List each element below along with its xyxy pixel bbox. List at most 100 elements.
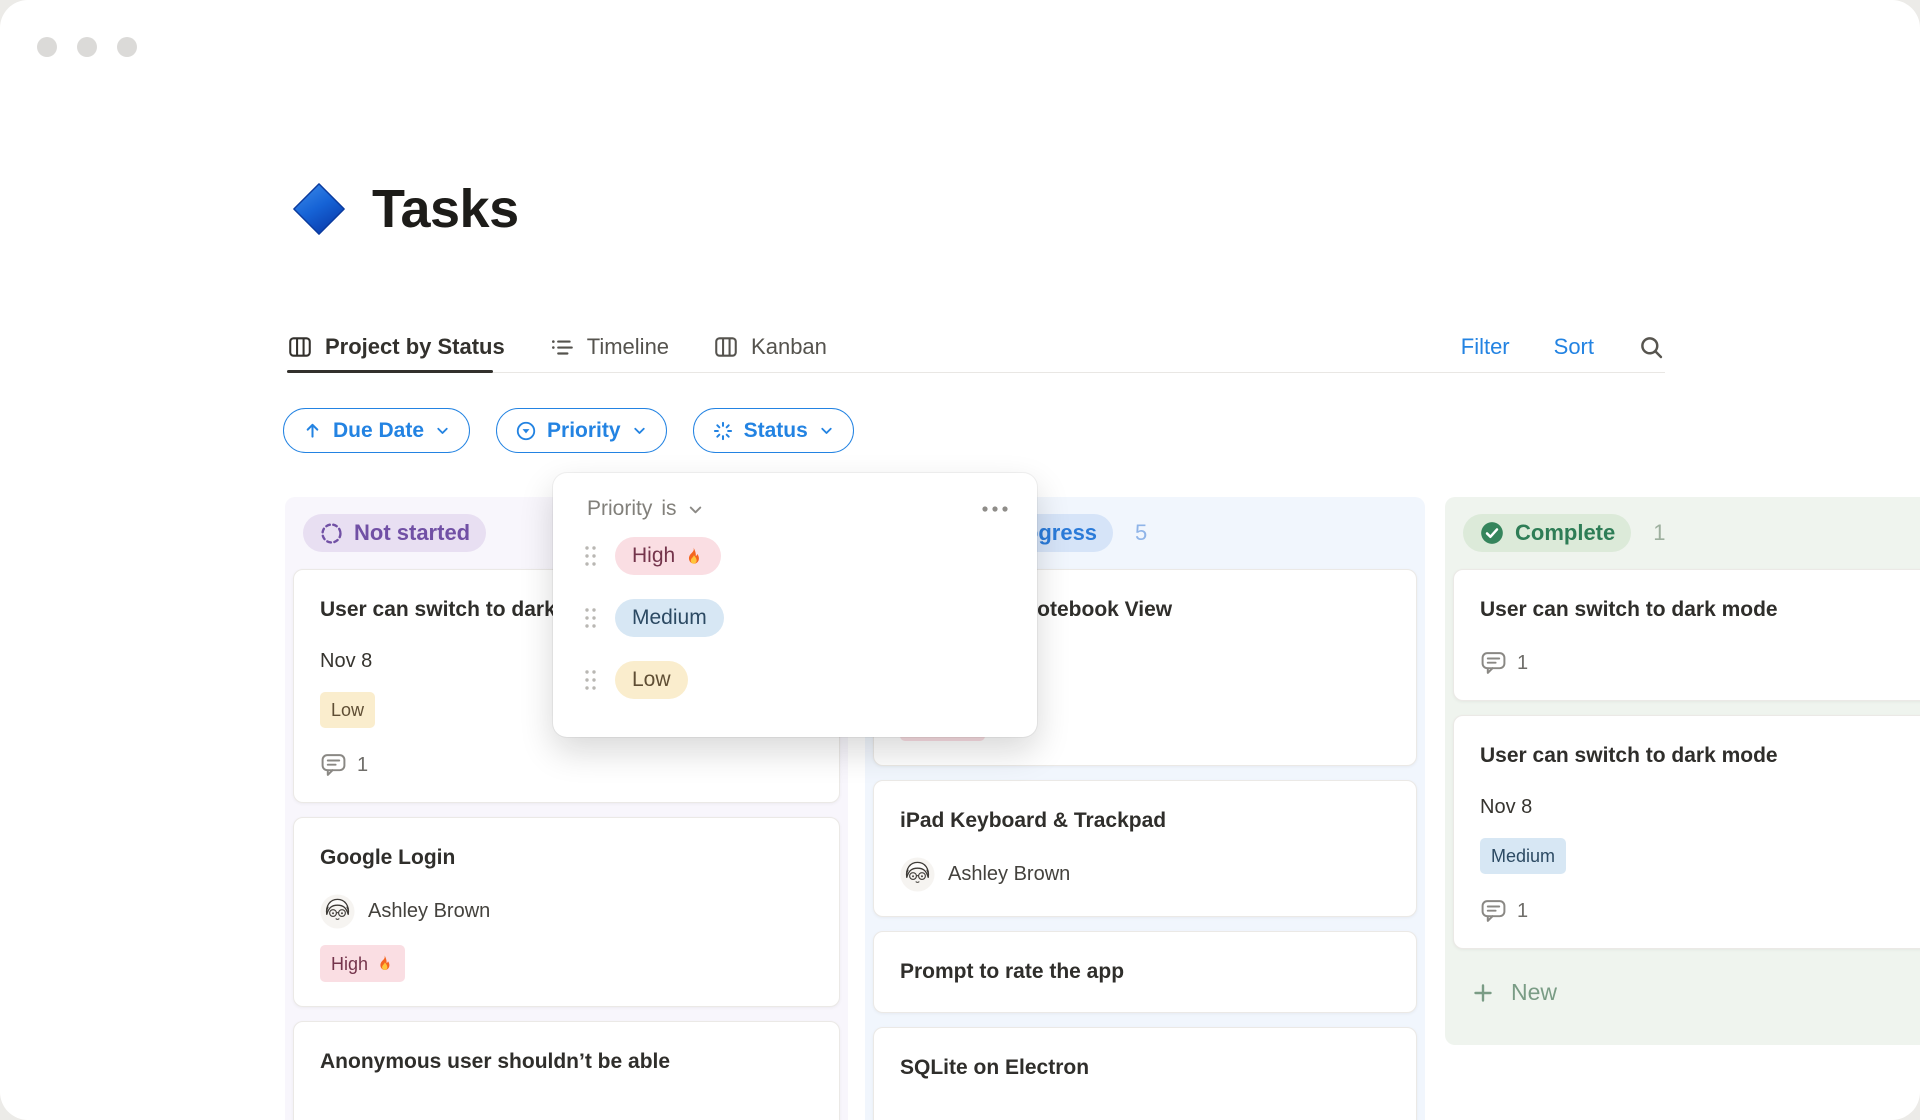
card-title: SQLite on Electron — [900, 1056, 1090, 1079]
board-icon — [287, 334, 313, 360]
page-title: Tasks — [372, 179, 519, 239]
comment-count: 1 — [1517, 899, 1529, 922]
dropdown-option[interactable]: Low — [553, 649, 1037, 711]
chip-label: Status — [743, 418, 808, 442]
comment-indicator: 1 — [320, 752, 813, 778]
arrow-up-icon — [302, 420, 323, 441]
window-close-button[interactable] — [37, 37, 57, 57]
card-due-date: Nov 8 — [1480, 796, 1533, 818]
card-title: User can switch to dark mode — [1480, 598, 1778, 621]
card-title: iPad Keyboard & Trackpad — [900, 809, 1167, 832]
task-card[interactable]: SQLite on Electron — [873, 1027, 1417, 1120]
tab-label: Kanban — [751, 334, 827, 359]
due-date-filter-chip[interactable]: Due Date — [283, 408, 471, 453]
ellipsis-icon[interactable] — [981, 505, 1009, 513]
tab-label: Timeline — [586, 334, 670, 359]
comment-bubble-icon — [1480, 650, 1507, 676]
board-icon — [713, 334, 739, 360]
window-controls — [37, 37, 137, 57]
card-assignee: Ashley Brown — [320, 894, 813, 929]
new-task-label: New — [1511, 979, 1558, 1005]
priority-badge-row: High — [320, 945, 813, 982]
card-assignee: Ashley Brown — [900, 857, 1390, 892]
chip-label: Priority — [547, 418, 621, 442]
filter-chip-row: Due Date Priority Status — [283, 408, 854, 453]
flame-icon — [375, 954, 394, 973]
task-card[interactable]: Anonymous user shouldn’t be able — [293, 1021, 840, 1120]
priority-filter-chip[interactable]: Priority — [496, 408, 667, 453]
avatar — [320, 894, 355, 929]
window-zoom-button[interactable] — [117, 37, 137, 57]
page-header: Tasks — [290, 178, 519, 240]
chip-label: Due Date — [333, 418, 425, 442]
chevron-down-icon — [818, 422, 835, 439]
card-title: User can switch to dark mode — [1480, 744, 1778, 767]
priority-label: Low — [331, 700, 365, 720]
task-card[interactable]: Google Login Ashley Brown High — [293, 817, 840, 1007]
new-task-button[interactable]: New — [1445, 963, 1920, 1022]
card-title: Prompt to rate the app — [900, 960, 1125, 983]
comment-indicator: 1 — [1480, 898, 1920, 924]
board-column-complete: Complete 1 User can switch to dark mode … — [1445, 497, 1920, 1045]
comment-indicator: 1 — [1480, 650, 1920, 676]
avatar — [900, 857, 935, 892]
priority-badge: Low — [320, 692, 376, 728]
dropdown-field-label[interactable]: Priority — [587, 497, 652, 521]
status-label: Complete — [1515, 520, 1616, 545]
card-title: Google Login — [320, 846, 456, 869]
dashed-circle-icon — [319, 521, 344, 546]
column-card-list: User can switch to dark mode 1 User can … — [1445, 569, 1920, 949]
comment-count: 1 — [357, 753, 369, 776]
dropdown-option[interactable]: Medium — [553, 587, 1037, 649]
dropdown-header: Priority is — [553, 473, 1037, 525]
filter-button[interactable]: Filter — [1461, 334, 1510, 360]
priority-option-pill: High — [615, 537, 722, 575]
column-count: 1 — [1653, 520, 1666, 545]
plus-icon — [1471, 981, 1495, 1005]
status-label: Not started — [354, 520, 471, 545]
column-header: Complete 1 — [1445, 497, 1920, 569]
tab-timeline[interactable]: Timeline — [549, 334, 669, 360]
chevron-down-icon[interactable] — [686, 500, 705, 519]
priority-option-pill: Medium — [615, 599, 724, 637]
check-circle-icon — [1479, 520, 1505, 546]
sort-button[interactable]: Sort — [1554, 334, 1594, 360]
window-minimize-button[interactable] — [77, 37, 97, 57]
drag-handle-icon[interactable] — [583, 605, 598, 631]
app-window: Tasks Project by Status Timeline Kanban … — [0, 0, 1920, 1120]
priority-option-label: High — [632, 544, 676, 567]
tab-project-by-status[interactable]: Project by Status — [287, 334, 505, 373]
task-card[interactable]: User can switch to dark mode Nov 8 Mediu… — [1453, 715, 1920, 949]
comment-count: 1 — [1517, 651, 1529, 674]
priority-option-pill: Low — [615, 661, 688, 699]
task-card[interactable]: Prompt to rate the app — [873, 931, 1417, 1013]
task-card[interactable]: iPad Keyboard & Trackpad Ashley Brown — [873, 780, 1417, 917]
priority-badge: Medium — [1480, 838, 1567, 874]
dropdown-option[interactable]: High — [553, 525, 1037, 587]
status-pill-complete[interactable]: Complete — [1463, 514, 1632, 552]
chevron-down-icon — [631, 422, 648, 439]
priority-option-label: Low — [632, 668, 671, 691]
tab-kanban[interactable]: Kanban — [713, 334, 827, 360]
priority-filter-dropdown: Priority is High Medium Low — [553, 473, 1037, 737]
priority-badge: High — [320, 945, 406, 982]
blue-diamond-icon — [290, 180, 348, 238]
drag-handle-icon[interactable] — [583, 667, 598, 693]
priority-badge-row: Medium — [1480, 838, 1920, 874]
status-spinner-icon — [712, 420, 734, 442]
assignee-name: Ashley Brown — [948, 863, 1071, 885]
status-pill-not-started[interactable]: Not started — [303, 514, 487, 552]
priority-label: Medium — [1491, 846, 1556, 866]
view-controls: Filter Sort — [1461, 334, 1665, 361]
search-icon[interactable] — [1638, 334, 1665, 361]
task-card[interactable]: User can switch to dark mode 1 — [1453, 569, 1920, 701]
status-filter-chip[interactable]: Status — [692, 408, 854, 453]
flame-icon — [683, 546, 704, 567]
view-tabbar: Project by Status Timeline Kanban Filter… — [287, 322, 1665, 373]
priority-circle-icon — [515, 420, 537, 442]
timeline-icon — [549, 334, 575, 360]
chevron-down-icon — [434, 422, 451, 439]
dropdown-operator[interactable]: is — [661, 497, 676, 521]
dropdown-option-list: High Medium Low — [553, 525, 1037, 711]
drag-handle-icon[interactable] — [583, 543, 598, 569]
